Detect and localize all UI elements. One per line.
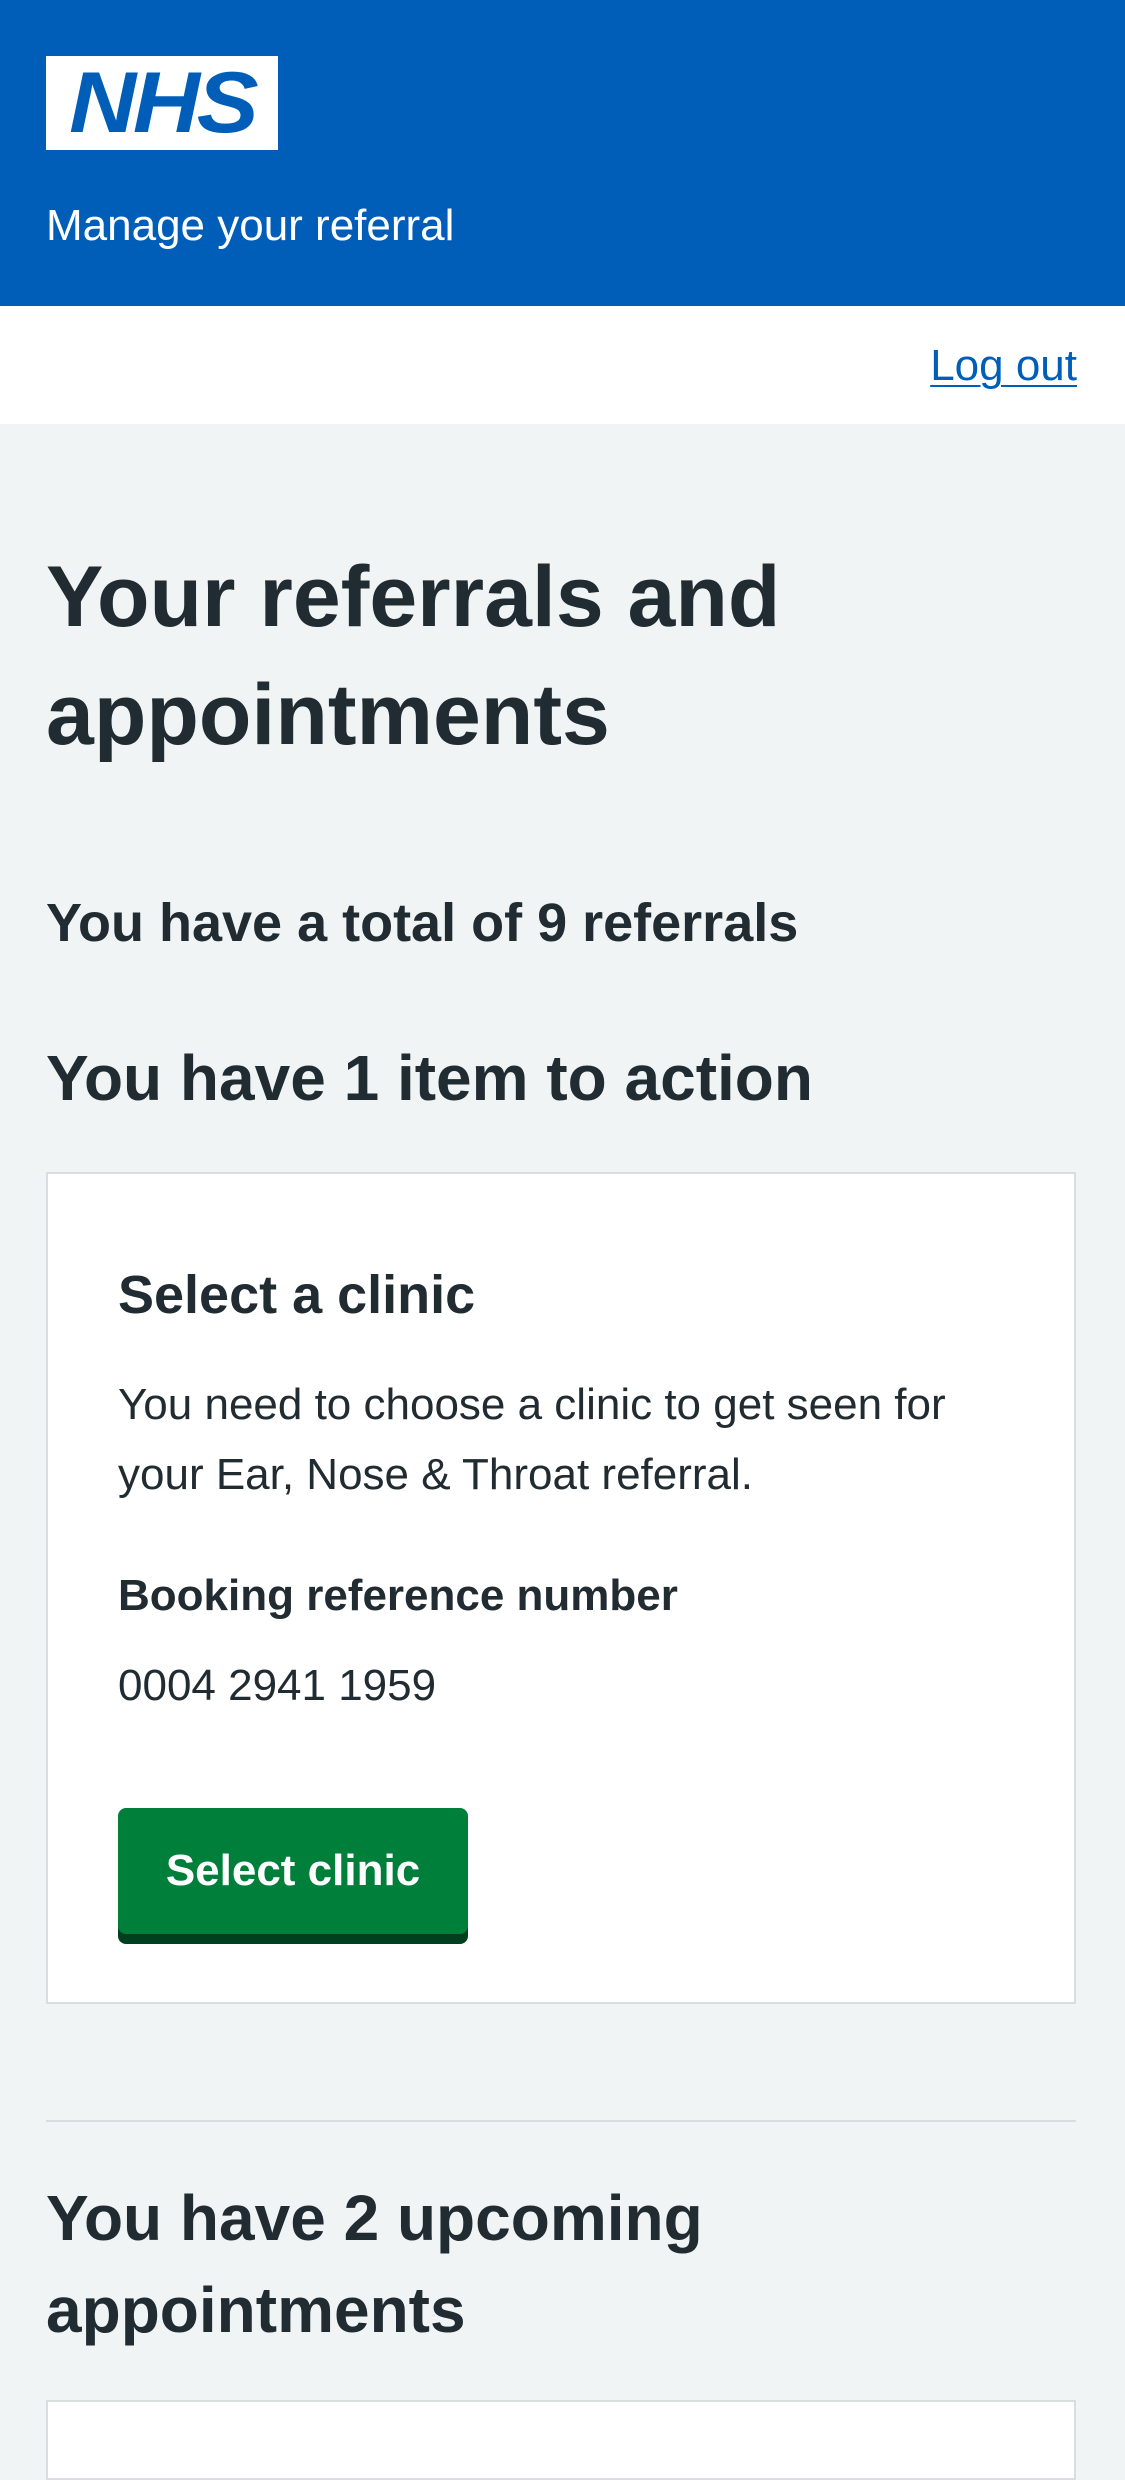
nhs-logo[interactable]: NHS (46, 56, 278, 150)
page-title: Your referrals and appointments (46, 549, 781, 763)
logout-link[interactable]: Log out (930, 338, 1077, 394)
action-card-description: You need to choose a clinic to get seen … (118, 1380, 946, 1499)
account-bar: Log out (0, 306, 1125, 424)
action-heading: You have 1 item to action (46, 1042, 813, 1114)
section-divider (46, 2120, 1076, 2122)
action-card-title: Select a clinic (118, 1265, 476, 1325)
nhs-logo-text: NHS (68, 55, 259, 151)
appointment-card (46, 2400, 1076, 2480)
select-clinic-button[interactable]: Select clinic (118, 1808, 468, 1934)
service-name[interactable]: Manage your referral (46, 198, 454, 254)
booking-reference-label: Booking reference number (118, 1571, 678, 1620)
total-referrals-text: You have a total of 9 referrals (46, 893, 799, 953)
site-header: NHS Manage your referral (0, 0, 1125, 306)
upcoming-appointments-heading: You have 2 upcoming appointments (46, 2182, 703, 2346)
booking-reference-value: 0004 2941 1959 (118, 1661, 437, 1710)
action-card: Select a clinic You need to choose a cli… (46, 1172, 1076, 2004)
